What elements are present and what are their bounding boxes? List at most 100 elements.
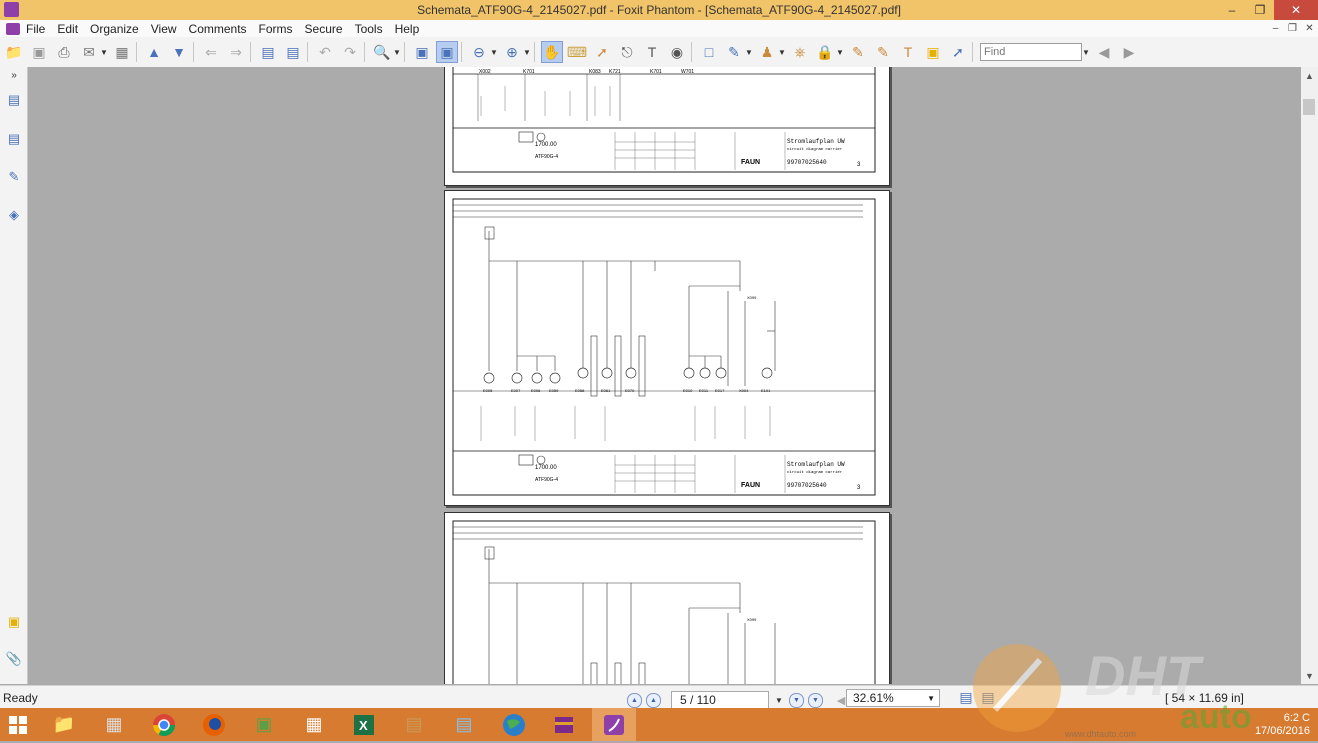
open-folder-icon[interactable]: 📁 xyxy=(3,41,25,63)
menu-file[interactable]: File xyxy=(26,22,45,36)
menu-comments[interactable]: Comments xyxy=(189,22,247,36)
undo-icon[interactable]: ↶ xyxy=(314,41,336,63)
print-icon[interactable]: ⎙ xyxy=(53,41,75,63)
comments-icon[interactable]: ✎ xyxy=(6,169,22,185)
doc-minimize-button[interactable]: – xyxy=(1267,20,1284,37)
menu-edit[interactable]: Edit xyxy=(57,22,78,36)
snapshot-icon[interactable]: ◉ xyxy=(666,41,688,63)
menu-secure[interactable]: Secure xyxy=(305,22,343,36)
first-page-icon[interactable]: ▲ xyxy=(627,692,642,708)
bookmarks-icon[interactable]: ▤ xyxy=(6,92,22,108)
doc-close-button[interactable]: ✕ xyxy=(1301,20,1318,37)
schematic-bottom: X099 xyxy=(452,520,876,684)
typewriter-icon[interactable]: T xyxy=(641,41,663,63)
document-view[interactable]: X002 K701 K083 K721 K701 W701 1700.00 AT… xyxy=(28,67,1301,684)
label-w701: W701 xyxy=(681,69,694,75)
winrar-icon[interactable] xyxy=(542,708,586,741)
status-bar: Ready ▲ ▲ 5 / 110 ▼ ▼ ▼ ◀ ▶ 32.61% ▼ ▤ ▤… xyxy=(0,685,1318,709)
expand-panel-icon[interactable]: » xyxy=(6,67,22,83)
close-button[interactable]: ✕ xyxy=(1274,0,1318,20)
comment-list-icon[interactable]: ▣ xyxy=(6,614,22,630)
file-explorer-icon[interactable]: 📁 xyxy=(42,708,86,741)
binoculars-icon[interactable]: ⎋ xyxy=(616,41,638,63)
email-icon[interactable]: ✉ xyxy=(78,41,100,63)
menu-forms[interactable]: Forms xyxy=(259,22,293,36)
note-edit-icon[interactable]: ✎ xyxy=(847,41,869,63)
stamp-icon[interactable]: ⎈ xyxy=(789,41,811,63)
chevron-down-icon[interactable]: ▼ xyxy=(927,694,935,703)
hand-tool-icon[interactable]: ✋ xyxy=(541,41,563,63)
fit-width-icon[interactable]: ▣ xyxy=(436,41,458,63)
notes-app-icon[interactable]: ▤ xyxy=(442,708,486,741)
globe-app-icon[interactable] xyxy=(492,708,536,741)
last-page-icon[interactable]: ▼ xyxy=(808,692,823,708)
tools-app-icon[interactable]: ▦ xyxy=(292,708,336,741)
zoom-in-icon[interactable]: 🔍 xyxy=(371,41,393,63)
chevron-down-icon[interactable]: ▼ xyxy=(523,41,531,63)
select-text-icon[interactable]: ⌨ xyxy=(566,41,588,63)
highlight-icon[interactable]: ✎ xyxy=(872,41,894,63)
windows-start-icon[interactable] xyxy=(0,708,36,741)
scroll-down-icon[interactable]: ▼ xyxy=(1301,667,1318,684)
find-input[interactable] xyxy=(980,43,1082,61)
image-viewer-icon[interactable]: ▣ xyxy=(242,708,286,741)
next-page-nav-icon[interactable]: ▼ xyxy=(789,692,804,708)
archive-icon[interactable]: ▤ xyxy=(392,708,436,741)
prev-page-icon[interactable]: ▲ xyxy=(646,692,661,708)
back-icon[interactable]: ⇐ xyxy=(200,41,222,63)
annotation-select-icon[interactable]: ➚ xyxy=(591,41,613,63)
chrome-icon[interactable] xyxy=(142,708,186,741)
document-icon[interactable] xyxy=(6,22,20,35)
chevron-down-icon[interactable]: ▼ xyxy=(778,41,786,63)
zoom-level-select[interactable]: 32.61% ▼ xyxy=(846,689,940,707)
foxit-taskbar-icon[interactable] xyxy=(592,708,636,741)
vertical-scrollbar[interactable]: ▲ ▼ xyxy=(1301,67,1318,684)
redo-icon[interactable]: ↷ xyxy=(339,41,361,63)
doc-restore-button[interactable]: ❐ xyxy=(1284,20,1301,37)
scan-icon[interactable]: ▦ xyxy=(111,41,133,63)
scrollbar-thumb[interactable] xyxy=(1303,99,1315,115)
minimize-button[interactable]: – xyxy=(1218,0,1246,20)
arrow-icon[interactable]: ➚ xyxy=(947,41,969,63)
find-next-icon[interactable]: ▶ xyxy=(1118,41,1140,63)
chevron-down-icon[interactable]: ▼ xyxy=(100,41,108,63)
calculator-icon[interactable]: ▦ xyxy=(92,708,136,741)
maximize-button[interactable]: ❐ xyxy=(1246,0,1274,20)
insert-page-icon[interactable]: ▤ xyxy=(257,41,279,63)
lock-icon[interactable]: 🔒 xyxy=(814,41,836,63)
sign-icon[interactable]: ♟ xyxy=(756,41,778,63)
previous-page-icon[interactable]: ▲ xyxy=(143,41,165,63)
extract-page-icon[interactable]: ▤ xyxy=(282,41,304,63)
excel-icon[interactable]: X xyxy=(342,708,386,741)
forward-icon[interactable]: ⇒ xyxy=(225,41,247,63)
comment-panel-icon[interactable]: □ xyxy=(698,41,720,63)
continuous-page-icon[interactable]: ▤ xyxy=(977,686,999,708)
menu-help[interactable]: Help xyxy=(395,22,420,36)
layers-icon[interactable]: ◈ xyxy=(6,207,22,223)
find-previous-icon[interactable]: ◀ xyxy=(1093,41,1115,63)
save-icon[interactable]: ▣ xyxy=(28,41,50,63)
menu-tools[interactable]: Tools xyxy=(355,22,383,36)
system-tray[interactable]: 6:2 C 17/06/2016 xyxy=(1255,712,1310,738)
menu-organize[interactable]: Organize xyxy=(90,22,139,36)
chevron-down-icon[interactable]: ▼ xyxy=(1082,41,1090,63)
page-number-input[interactable]: 5 / 110 xyxy=(671,691,769,709)
zoom-out-icon[interactable]: ⊖ xyxy=(468,41,490,63)
pages-icon[interactable]: ▤ xyxy=(6,131,22,147)
menu-view[interactable]: View xyxy=(151,22,177,36)
foxit-app-icon[interactable] xyxy=(4,2,19,17)
chevron-down-icon[interactable]: ▼ xyxy=(393,41,401,63)
zoom-plus-icon[interactable]: ⊕ xyxy=(501,41,523,63)
next-page-icon[interactable]: ▼ xyxy=(168,41,190,63)
attachment-icon[interactable]: 📎 xyxy=(6,651,22,667)
edit-document-icon[interactable]: ✎ xyxy=(723,41,745,63)
chevron-down-icon[interactable]: ▼ xyxy=(490,41,498,63)
firefox-icon[interactable] xyxy=(192,708,236,741)
chevron-down-icon[interactable]: ▼ xyxy=(745,41,753,63)
scroll-up-icon[interactable]: ▲ xyxy=(1301,67,1318,84)
fit-page-icon[interactable]: ▣ xyxy=(411,41,433,63)
chevron-down-icon[interactable]: ▼ xyxy=(836,41,844,63)
sticky-note-icon[interactable]: ▣ xyxy=(922,41,944,63)
single-page-icon[interactable]: ▤ xyxy=(955,686,977,708)
textbox-icon[interactable]: T xyxy=(897,41,919,63)
